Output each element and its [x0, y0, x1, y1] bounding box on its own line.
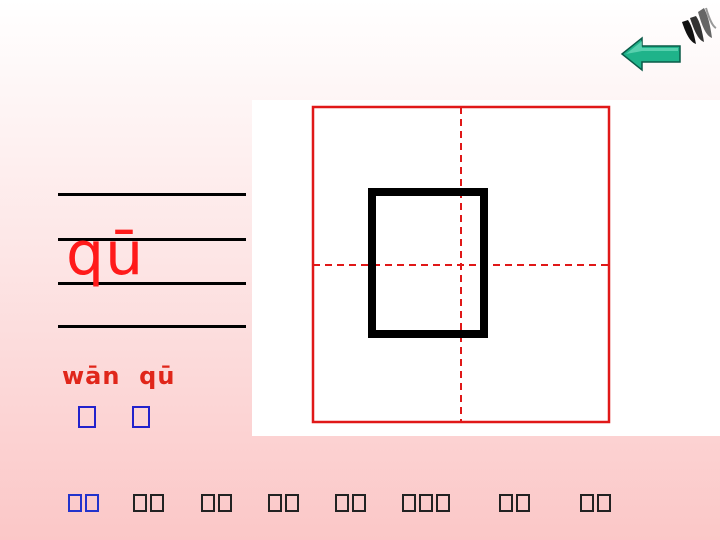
- back-arrow-button[interactable]: [620, 36, 682, 72]
- nav-item-1[interactable]: [68, 490, 99, 516]
- nav-item-glyph: [402, 494, 416, 512]
- word-characters: [78, 406, 186, 436]
- nav-item-glyph: [580, 494, 594, 512]
- nav-item-glyph: [436, 494, 450, 512]
- nav-item-6[interactable]: [402, 490, 450, 516]
- nav-item-2[interactable]: [133, 490, 164, 516]
- nav-item-glyph: [516, 494, 530, 512]
- left-arrow-icon: [620, 36, 681, 72]
- nav-item-glyph: [133, 494, 147, 512]
- nav-item-glyph: [335, 494, 349, 512]
- nav-item-glyph: [419, 494, 433, 512]
- character-glyph: [368, 188, 488, 338]
- bottom-nav: [0, 490, 720, 520]
- nav-item-3[interactable]: [201, 490, 232, 516]
- character-pinyin: qū: [66, 219, 145, 289]
- nav-item-glyph: [499, 494, 513, 512]
- nav-item-4[interactable]: [268, 490, 299, 516]
- nav-item-glyph: [352, 494, 366, 512]
- nav-item-5[interactable]: [335, 490, 366, 516]
- nav-item-glyph: [268, 494, 282, 512]
- staff-line: [58, 193, 246, 196]
- nav-item-glyph: [285, 494, 299, 512]
- word-character-glyph: [78, 406, 96, 428]
- nav-item-glyph: [218, 494, 232, 512]
- nav-item-glyph: [201, 494, 215, 512]
- nav-item-glyph: [85, 494, 99, 512]
- word-character-glyph: [132, 406, 150, 428]
- nav-item-glyph: [68, 494, 82, 512]
- writing-panel: [252, 100, 720, 436]
- word-pinyin: wān qū: [62, 362, 176, 390]
- nav-item-7[interactable]: [499, 490, 530, 516]
- nav-item-8[interactable]: [580, 490, 611, 516]
- swoosh-logo-icon: [676, 4, 718, 48]
- staff-line: [58, 325, 246, 328]
- nav-item-glyph: [150, 494, 164, 512]
- nav-item-glyph: [597, 494, 611, 512]
